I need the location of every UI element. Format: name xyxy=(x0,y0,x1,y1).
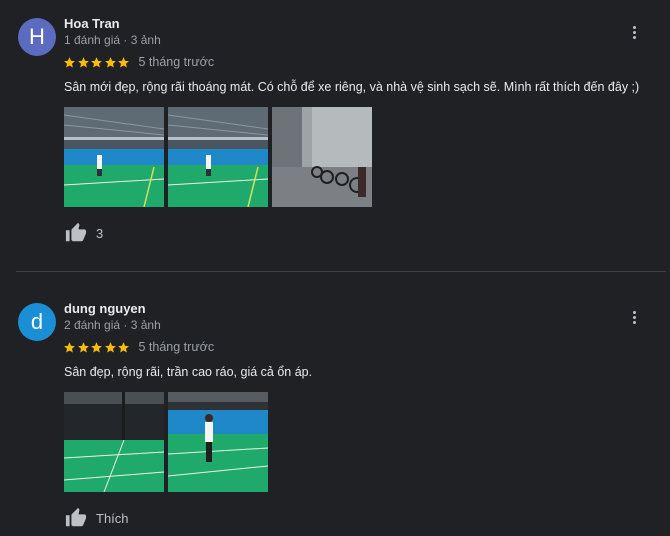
thumb-up-icon xyxy=(65,507,87,527)
review-time: 5 tháng trước xyxy=(138,55,215,69)
like-button[interactable]: Thích xyxy=(64,507,129,529)
rating: 5 tháng trước xyxy=(63,55,214,69)
more-options-button[interactable] xyxy=(626,309,642,329)
review-time: 5 tháng trước xyxy=(138,340,215,354)
more-options-button[interactable] xyxy=(626,24,642,44)
thumb-up-icon xyxy=(65,222,87,242)
star-icon xyxy=(91,56,102,67)
star-icon xyxy=(91,341,102,352)
star-icon xyxy=(64,56,75,67)
star-icon xyxy=(64,341,75,352)
photo-strip xyxy=(64,392,268,492)
like-count: 3 xyxy=(96,225,104,241)
avatar[interactable]: d xyxy=(18,303,56,341)
review-text: Sân đẹp, rộng rãi, trần cao ráo, giá cả … xyxy=(64,365,313,379)
review-photo[interactable] xyxy=(272,107,372,207)
reviewer-name[interactable]: dung nguyen xyxy=(64,301,146,316)
star-icon xyxy=(104,341,116,352)
reviewer-meta: 1 đánh giá · 3 ảnh xyxy=(64,33,161,47)
star-icon xyxy=(77,56,89,67)
divider xyxy=(16,271,666,272)
review-photo[interactable] xyxy=(64,107,164,207)
review-text: Sân mới đẹp, rộng rãi thoáng mát. Có chỗ… xyxy=(64,80,640,94)
star-icon xyxy=(118,56,129,67)
review-photo[interactable] xyxy=(168,107,268,207)
review-photo[interactable] xyxy=(168,392,268,492)
review-photo[interactable] xyxy=(64,392,164,492)
rating: 5 tháng trước xyxy=(63,340,214,354)
reviewer-name[interactable]: Hoa Tran xyxy=(64,16,120,31)
avatar[interactable]: H xyxy=(18,18,56,56)
star-icon xyxy=(77,341,89,352)
star-rating xyxy=(63,56,131,69)
star-icon xyxy=(118,341,129,352)
reviewer-meta: 2 đánh giá · 3 ảnh xyxy=(64,318,161,332)
like-button[interactable]: 3 xyxy=(64,222,103,244)
like-label: Thích xyxy=(96,510,129,526)
photo-strip xyxy=(64,107,372,207)
star-rating xyxy=(63,341,131,354)
star-icon xyxy=(104,56,116,67)
